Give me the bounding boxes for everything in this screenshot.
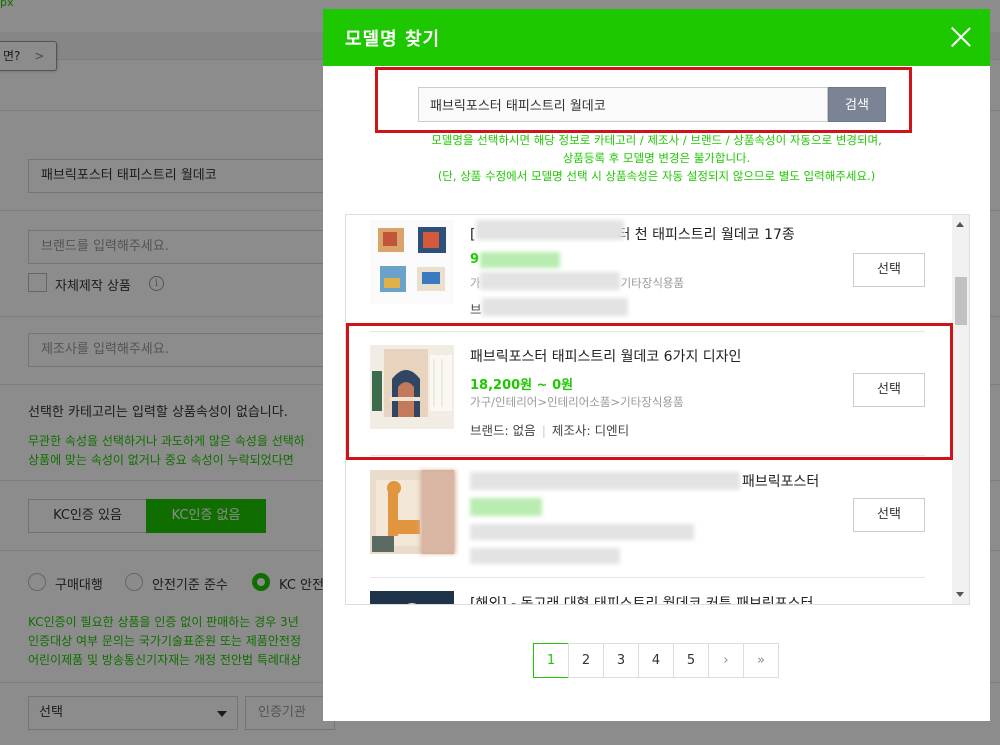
list-item[interactable]: [ 터 천 태피스트리 월데코 17종 9 가 기타장식용품 브 선택 <box>370 220 925 320</box>
blurred-region <box>470 548 620 564</box>
modal-header: 모델명 찾기 <box>323 9 990 66</box>
product-name: 패브릭포스터 <box>742 474 820 490</box>
notice-line-2: 상품등록 후 모델명 변경은 불가합니다. <box>562 151 751 165</box>
product-name: [해외] - 독고래 대형 태피스트리 월데코 커튼 패브릭포스터 <box>470 596 814 605</box>
blurred-region <box>480 272 620 290</box>
blurred-region <box>470 498 542 516</box>
blurred-region <box>480 252 560 268</box>
product-thumbnail <box>370 591 454 604</box>
page-5[interactable]: 5 <box>673 643 709 678</box>
tapestry-thumbnail-image <box>370 345 454 429</box>
page-3[interactable]: 3 <box>603 643 639 678</box>
last-page-icon[interactable]: » <box>743 643 779 678</box>
meta-divider: | <box>541 423 546 438</box>
product-category-visible: 가 <box>470 276 481 290</box>
close-icon[interactable] <box>950 26 972 48</box>
result-list[interactable]: [ 터 천 태피스트리 월데코 17종 9 가 기타장식용품 브 선택 패브릭포스… <box>345 214 970 605</box>
list-separator <box>370 331 925 332</box>
search-bar: 검색 <box>418 87 886 122</box>
product-name: 패브릭포스터 태피스트리 월데코 6가지 디자인 <box>470 349 742 365</box>
search-button[interactable]: 검색 <box>828 87 886 122</box>
product-category: 가구/인테리어>인테리어소품>기타장식용품 <box>470 395 684 409</box>
next-page-icon[interactable]: › <box>708 643 744 678</box>
notice-line-1: 모델명을 선택하시면 해당 정보로 카테고리 / 제조사 / 브랜드 / 상품속… <box>431 133 882 147</box>
scroll-up-arrow-icon[interactable] <box>956 222 964 227</box>
list-item[interactable]: 패브릭포스터 태피스트리 월데코 6가지 디자인 18,200원 ~ 0원 가구… <box>370 345 925 438</box>
select-button[interactable]: 선택 <box>853 373 925 407</box>
list-separator <box>370 577 925 578</box>
product-price: 18,200원 ~ 0원 <box>470 378 574 393</box>
model-search-modal: 모델명 찾기 검색 모델명을 선택하시면 해당 정보로 카테고리 / 제조사 /… <box>323 9 990 721</box>
product-thumbnail <box>370 220 454 304</box>
product-name-visible: 터 천 태피스트리 월데코 17종 <box>617 227 795 243</box>
blurred-region <box>482 298 628 316</box>
notice-line-3: (단, 상품 수정에서 모델명 선택 시 상품속성은 자동 설정되지 않으므로 … <box>437 169 876 183</box>
page-1[interactable]: 1 <box>533 643 569 678</box>
tapestry-thumbnail-image <box>370 591 454 604</box>
list-separator <box>370 455 925 456</box>
select-button[interactable]: 선택 <box>853 253 925 287</box>
product-category-tail: 기타장식용품 <box>620 276 685 290</box>
product-name-prefix: [ <box>470 227 476 243</box>
scroll-thumb[interactable] <box>955 277 967 325</box>
product-meta: 브 <box>470 302 482 317</box>
page-2[interactable]: 2 <box>568 643 604 678</box>
list-item[interactable]: 패브릭포스터 선택 <box>370 470 925 564</box>
product-maker: 제조사: 디엔티 <box>551 423 630 438</box>
product-meta: 브랜드: 없음 | 제조사: 디엔티 <box>470 420 629 439</box>
product-thumbnail <box>370 345 454 429</box>
page-4[interactable]: 4 <box>638 643 674 678</box>
select-button[interactable]: 선택 <box>853 498 925 532</box>
blurred-region <box>476 220 624 240</box>
scroll-down-arrow-icon[interactable] <box>956 592 964 597</box>
product-brand: 브랜드: 없음 <box>470 423 536 438</box>
modal-title: 모델명 찾기 <box>345 29 441 50</box>
blurred-region <box>470 524 694 540</box>
product-price: 9 <box>470 252 480 267</box>
blurred-region <box>470 472 740 490</box>
scrollbar[interactable] <box>952 215 969 604</box>
list-item[interactable]: [해외] - 독고래 대형 태피스트리 월데코 커튼 패브릭포스터 <box>370 591 925 605</box>
tapestry-thumbnail-image <box>370 220 454 304</box>
search-input[interactable] <box>418 87 828 122</box>
blurred-region <box>420 470 456 554</box>
